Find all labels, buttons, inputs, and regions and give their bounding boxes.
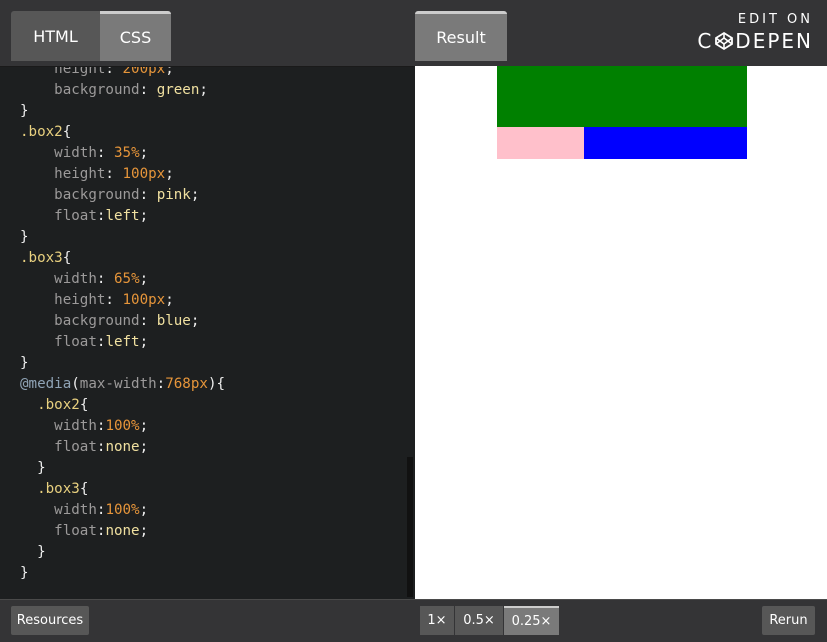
code-line: background: pink; xyxy=(54,187,200,203)
result-preview xyxy=(415,66,827,599)
brand-right: DEPEN xyxy=(735,29,813,53)
code-line: float:none; xyxy=(54,523,149,539)
code-line: width: 65%; xyxy=(54,271,149,287)
preview-box1 xyxy=(497,66,747,127)
code-line: background: blue; xyxy=(54,313,200,329)
code-line: height: 100px; xyxy=(54,292,174,308)
code-line: width: 35%; xyxy=(54,145,149,161)
resources-button[interactable]: Resources xyxy=(11,606,89,635)
code-line: } xyxy=(20,229,29,245)
codepen-icon xyxy=(715,31,734,51)
tab-html[interactable]: HTML xyxy=(11,11,100,61)
code-line: height: 200px; xyxy=(54,67,174,77)
css-editor[interactable]: height: 200px; background: green;} .box2{… xyxy=(0,67,415,599)
tab-result[interactable]: Result xyxy=(415,11,507,61)
code-line: float:left; xyxy=(54,334,149,350)
code-line: width:100%; xyxy=(54,418,149,434)
code-line: } xyxy=(20,544,46,560)
editor-tabs: HTML CSS xyxy=(11,11,171,61)
code-line: height: 100px; xyxy=(54,166,174,182)
code-line: .box2{ xyxy=(37,397,89,413)
code-line: .box3{ xyxy=(37,481,89,497)
code-line: width:100%; xyxy=(54,502,149,518)
preview-box3 xyxy=(584,127,747,159)
zoom-1x-button[interactable]: 1× xyxy=(420,606,454,635)
code-line: background: green; xyxy=(54,82,208,98)
brand-left: C xyxy=(697,29,714,53)
editor-footer: Resources 1× 0.5× 0.25× Rerun xyxy=(0,599,827,642)
codepen-logo: C DEPEN xyxy=(697,29,813,53)
editor-header: HTML CSS Result EDIT ON C DEPEN xyxy=(0,0,827,67)
tab-css[interactable]: CSS xyxy=(100,11,171,61)
code-line: @media(max-width:768px){ xyxy=(20,376,226,392)
zoom-0-5x-button[interactable]: 0.5× xyxy=(455,606,503,635)
edit-on-label: EDIT ON xyxy=(737,12,813,27)
code-line: } xyxy=(20,355,29,371)
code-line: .box3{ xyxy=(20,250,72,266)
editor-scrollbar[interactable] xyxy=(407,457,413,597)
edit-on-codepen-link[interactable]: EDIT ON C DEPEN xyxy=(697,12,813,53)
zoom-controls: 1× 0.5× 0.25× xyxy=(420,606,560,635)
code-line: float:left; xyxy=(54,208,149,224)
code-line: .box2{ xyxy=(20,124,72,140)
preview-box2 xyxy=(497,127,584,159)
code-line: } xyxy=(20,565,29,581)
rerun-button[interactable]: Rerun xyxy=(762,606,815,635)
zoom-0-25x-button[interactable]: 0.25× xyxy=(504,606,559,635)
code-line: } xyxy=(20,103,29,119)
code-line: } xyxy=(20,460,46,476)
code-text[interactable]: height: 200px; background: green;} .box2{… xyxy=(20,67,225,584)
code-line: float:none; xyxy=(54,439,149,455)
